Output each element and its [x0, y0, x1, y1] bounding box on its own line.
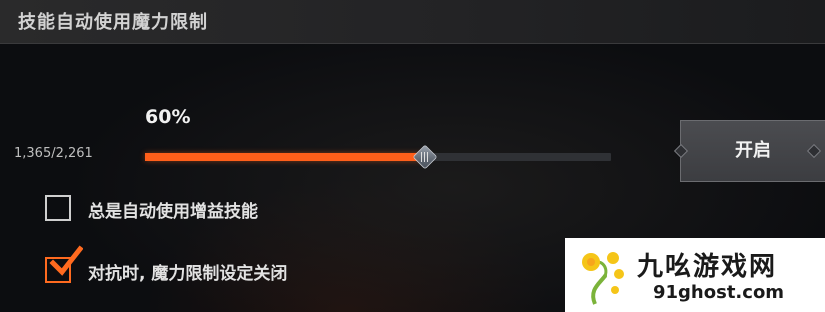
grip-icon: [421, 152, 429, 162]
slider-thumb[interactable]: [412, 144, 438, 170]
pvp-disable-limit-label: 对抗时, 魔力限制设定关闭: [88, 264, 288, 284]
pvp-disable-limit-option[interactable]: 对抗时, 魔力限制设定关闭: [45, 245, 375, 285]
auto-buff-checkbox[interactable]: [45, 195, 71, 221]
watermark-site-url: 91ghost.com: [653, 282, 785, 303]
checkmark-icon: [49, 245, 83, 276]
enable-button-label: 开启: [735, 140, 771, 161]
mana-percent-label: 60%: [145, 106, 191, 128]
auto-buff-label: 总是自动使用增益技能: [88, 202, 258, 222]
panel-header: 技能自动使用魔力限制: [0, 0, 825, 44]
enable-button[interactable]: 开启: [673, 120, 825, 182]
watermark: 九吆游戏网 91ghost.com: [565, 238, 825, 312]
mana-value-text: 1,365/2,261: [14, 146, 93, 161]
dandelion-logo-icon: [582, 252, 624, 305]
page-title: 技能自动使用魔力限制: [18, 12, 208, 33]
right-notch-icon: [806, 143, 822, 159]
auto-buff-option[interactable]: 总是自动使用增益技能: [45, 195, 345, 223]
slider-fill: [145, 153, 425, 161]
watermark-site-name: 九吆游戏网: [637, 252, 778, 282]
mana-limit-slider[interactable]: [145, 144, 611, 170]
